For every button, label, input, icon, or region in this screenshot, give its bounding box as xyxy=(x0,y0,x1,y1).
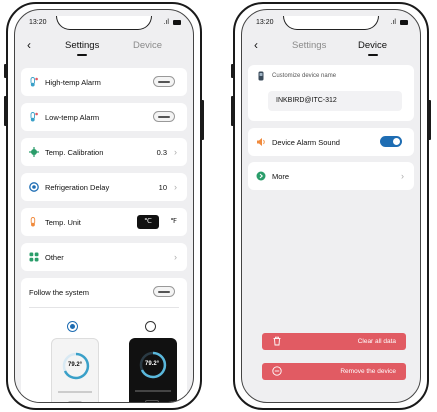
tab-device[interactable]: Device xyxy=(358,40,388,56)
follow-system-card: Follow the system 79.2° 79.2° xyxy=(21,278,187,402)
follow-system-label: Follow the system xyxy=(29,288,90,297)
alarm-sound-label: Device Alarm Sound xyxy=(272,138,340,147)
refrigeration-delay-value: 10 xyxy=(158,183,167,192)
speaker-icon xyxy=(257,138,265,146)
signal-icon: .ıl xyxy=(390,19,396,26)
back-icon[interactable]: ‹ xyxy=(27,38,31,52)
preview-bar xyxy=(135,390,171,392)
header: ‹ Settings Device xyxy=(15,36,193,60)
dark-preview-number: 79.2 xyxy=(145,361,157,367)
clear-all-data-button[interactable]: Clear all data xyxy=(262,333,406,350)
tab-underline xyxy=(367,54,378,56)
device-name-label: Customize device name xyxy=(272,73,337,79)
high-temp-alarm-toggle[interactable] xyxy=(153,76,175,87)
back-icon[interactable]: ‹ xyxy=(254,38,258,52)
chevron-right-icon: › xyxy=(174,182,177,192)
preview-button xyxy=(68,401,82,402)
grid-icon xyxy=(29,252,39,262)
chevron-right-icon: › xyxy=(174,252,177,262)
alarm-sound-row: Device Alarm Sound xyxy=(248,128,414,156)
side-button xyxy=(231,96,234,126)
side-button xyxy=(4,96,7,126)
tab-settings-label: Settings xyxy=(65,40,100,51)
chevron-right-icon: › xyxy=(401,171,404,181)
chevron-right-icon: › xyxy=(174,147,177,157)
refrigeration-delay-row[interactable]: Refrigeration Delay 10 › xyxy=(21,173,187,201)
trash-icon xyxy=(273,336,281,346)
phone-settings: 13:20 .ıl ‹ Settings Device High-temp Al… xyxy=(4,2,204,410)
divider xyxy=(29,307,179,308)
status-bar: 13:20 .ıl xyxy=(242,16,420,30)
device-icon xyxy=(258,71,264,81)
notch xyxy=(56,16,152,30)
side-button xyxy=(201,100,204,140)
more-icon xyxy=(256,171,266,181)
unit-fahrenheit-button[interactable]: ℉ xyxy=(170,217,177,225)
temp-calibration-row[interactable]: Temp. Calibration 0.3 › xyxy=(21,138,187,166)
thermometer-low-icon xyxy=(30,112,38,122)
other-row[interactable]: Other › xyxy=(21,243,187,271)
low-temp-alarm-row[interactable]: Low-temp Alarm xyxy=(21,103,187,131)
tab-device-label: Device xyxy=(133,40,163,51)
device-name-input[interactable]: INKBIRD@ITC-312 xyxy=(268,91,402,111)
side-button xyxy=(428,100,431,140)
more-label: More xyxy=(272,172,290,181)
radio-dot xyxy=(70,324,75,329)
other-label: Other xyxy=(45,253,64,262)
side-button xyxy=(4,64,7,78)
side-button xyxy=(231,64,234,78)
light-preview-number: 79.2 xyxy=(68,362,80,368)
light-theme-radio[interactable] xyxy=(67,321,78,332)
alarm-sound-toggle[interactable] xyxy=(380,136,402,147)
battery-icon xyxy=(173,20,181,25)
low-temp-alarm-toggle[interactable] xyxy=(153,111,175,122)
high-temp-alarm-label: High-temp Alarm xyxy=(45,78,101,87)
tab-settings[interactable]: Settings xyxy=(65,40,100,56)
temp-unit-label: Temp. Unit xyxy=(45,218,81,227)
dark-preview-value: 79.2° xyxy=(145,361,159,367)
temp-calibration-value: 0.3 xyxy=(156,148,167,157)
dark-theme-preview[interactable]: 79.2° xyxy=(129,338,177,402)
high-temp-alarm-row[interactable]: High-temp Alarm xyxy=(21,68,187,96)
tab-device[interactable]: Device xyxy=(133,40,162,51)
header: ‹ Settings Device xyxy=(242,36,420,60)
status-time: 13:20 xyxy=(29,19,47,26)
refrigeration-delay-label: Refrigeration Delay xyxy=(45,183,110,192)
unit-celsius-button[interactable]: ℃ xyxy=(137,215,159,229)
phone-device: 13:20 .ıl ‹ Settings Device Customize de… xyxy=(231,2,431,410)
device-name-value: INKBIRD@ITC-312 xyxy=(276,97,337,104)
tab-settings-label: Settings xyxy=(292,40,327,51)
status-bar: 13:20 .ıl xyxy=(15,16,193,30)
light-preview-unit: ° xyxy=(79,362,83,368)
device-name-card: Customize device name INKBIRD@ITC-312 xyxy=(248,65,414,121)
remove-circle-icon xyxy=(272,366,282,376)
more-row[interactable]: More › xyxy=(248,162,414,190)
calibration-icon xyxy=(29,147,39,157)
thermometer-high-icon xyxy=(30,77,38,87)
temp-calibration-label: Temp. Calibration xyxy=(45,148,104,157)
dark-preview-unit: ° xyxy=(156,361,160,367)
screen: 13:20 .ıl ‹ Settings Device High-temp Al… xyxy=(14,9,194,403)
tab-settings[interactable]: Settings xyxy=(292,40,326,51)
tab-device-label: Device xyxy=(358,40,388,51)
remove-device-button[interactable]: Remove the device xyxy=(262,363,406,380)
follow-system-toggle[interactable] xyxy=(153,286,175,297)
thermometer-unit-icon xyxy=(30,217,36,227)
temp-unit-row: Temp. Unit ℃ ℉ xyxy=(21,208,187,236)
refrigeration-delay-icon xyxy=(29,182,39,192)
signal-icon: .ıl xyxy=(163,19,169,26)
remove-device-label: Remove the device xyxy=(340,368,396,375)
light-theme-preview[interactable]: 79.2° xyxy=(51,338,99,402)
preview-button xyxy=(145,400,159,402)
tab-underline xyxy=(77,54,88,56)
dark-theme-radio[interactable] xyxy=(145,321,156,332)
light-preview-value: 79.2° xyxy=(68,362,82,368)
low-temp-alarm-label: Low-temp Alarm xyxy=(45,113,100,122)
clear-all-data-label: Clear all data xyxy=(357,338,396,345)
status-time: 13:20 xyxy=(256,19,274,26)
preview-bar xyxy=(58,391,92,393)
screen: 13:20 .ıl ‹ Settings Device Customize de… xyxy=(241,9,421,403)
notch xyxy=(283,16,379,30)
battery-icon xyxy=(400,20,408,25)
